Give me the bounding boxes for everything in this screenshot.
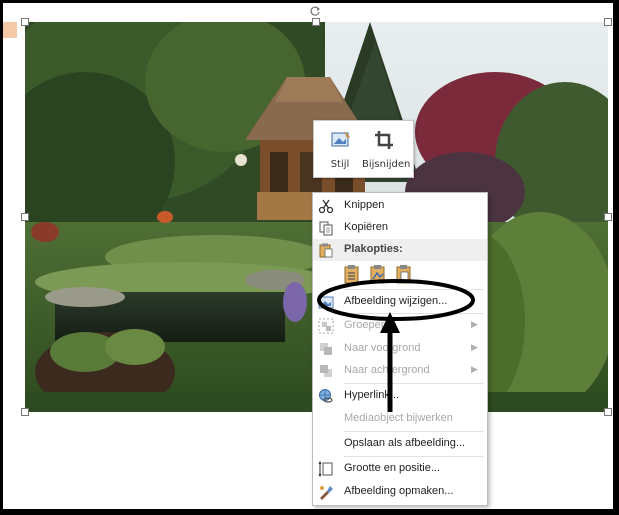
resize-handle-middle-right[interactable] (604, 213, 612, 221)
menu-item-save-as-picture[interactable]: Opslaan als afbeelding... (313, 433, 487, 455)
menu-item-format-picture[interactable]: Afbeelding opmaken... (313, 481, 487, 503)
paste-keep-formatting-icon[interactable] (343, 264, 361, 284)
picture-icon (318, 294, 334, 310)
menu-item-group[interactable]: Groeperen ▶ (313, 315, 487, 337)
menu-item-size-position-label: Grootte en positie... (344, 462, 440, 474)
mini-toolbar: Stijl Bijsnijden (313, 120, 414, 178)
menu-item-edit-media[interactable]: Mediaobject bijwerken (313, 408, 487, 430)
copy-icon (318, 220, 334, 236)
picture-style-icon (330, 129, 352, 151)
menu-header-paste-options: Plakopties: (313, 239, 487, 261)
group-icon (318, 318, 334, 334)
format-picture-icon (318, 484, 334, 500)
gridline-horizontal (8, 438, 608, 440)
menu-item-bring-forward-label: Naar voorgrond (344, 342, 421, 354)
send-backward-icon (318, 363, 334, 379)
menu-item-change-picture[interactable]: Afbeelding wijzigen... (313, 291, 487, 313)
menu-item-copy[interactable]: Kopiëren (313, 217, 487, 239)
rotate-handle[interactable] (309, 2, 321, 16)
menu-separator (344, 456, 484, 457)
paste-text-only-icon[interactable] (395, 264, 413, 284)
style-label: Stijl (330, 159, 350, 170)
context-menu: Knippen Kopiëren Plakopties: Afbeelding … (312, 192, 488, 506)
style-button[interactable]: Stijl (318, 127, 362, 173)
crop-icon (373, 129, 395, 151)
menu-item-cut[interactable]: Knippen (313, 195, 487, 217)
globe-link-icon (318, 388, 334, 404)
crop-label: Bijsnijden (362, 159, 411, 170)
menu-separator (344, 313, 484, 314)
menu-separator (344, 289, 484, 290)
menu-item-group-label: Groeperen (344, 319, 397, 331)
menu-item-edit-media-label: Mediaobject bijwerken (344, 412, 453, 424)
scissors-icon (318, 198, 334, 214)
paste-option-buttons (313, 261, 487, 287)
resize-handle-bottom-right[interactable] (604, 408, 612, 416)
menu-item-change-picture-label: Afbeelding wijzigen... (344, 295, 448, 307)
menu-item-hyperlink[interactable]: Hyperlink... (313, 385, 487, 407)
menu-item-save-as-picture-label: Opslaan als afbeelding... (344, 437, 466, 449)
crop-button[interactable]: Bijsnijden (362, 127, 411, 173)
resize-handle-top-left[interactable] (21, 18, 29, 26)
menu-item-size-position[interactable]: Grootte en positie... (313, 458, 487, 480)
menu-item-hyperlink-label: Hyperlink... (344, 389, 400, 401)
menu-item-format-picture-label: Afbeelding opmaken... (344, 485, 454, 497)
submenu-arrow-icon: ▶ (471, 319, 478, 329)
menu-separator (344, 383, 484, 384)
menu-item-send-backward-label: Naar achtergrond (344, 364, 430, 376)
resize-handle-middle-left[interactable] (21, 213, 29, 221)
menu-item-bring-forward[interactable]: Naar voorgrond ▶ (313, 338, 487, 360)
slide-accent-tab (3, 22, 17, 38)
bring-forward-icon (318, 341, 334, 357)
submenu-arrow-icon: ▶ (471, 364, 478, 374)
resize-handle-top-middle[interactable] (312, 18, 320, 26)
menu-item-send-backward[interactable]: Naar achtergrond ▶ (313, 360, 487, 382)
menu-item-copy-label: Kopiëren (344, 221, 389, 233)
menu-item-cut-label: Knippen (344, 199, 385, 211)
size-position-icon (318, 460, 334, 478)
paste-picture-icon[interactable] (369, 264, 387, 284)
resize-handle-bottom-left[interactable] (21, 408, 29, 416)
resize-handle-top-right[interactable] (604, 18, 612, 26)
menu-separator (344, 431, 484, 432)
clipboard-icon (318, 242, 334, 258)
paste-options-label: Plakopties: (344, 243, 403, 255)
submenu-arrow-icon: ▶ (471, 342, 478, 352)
